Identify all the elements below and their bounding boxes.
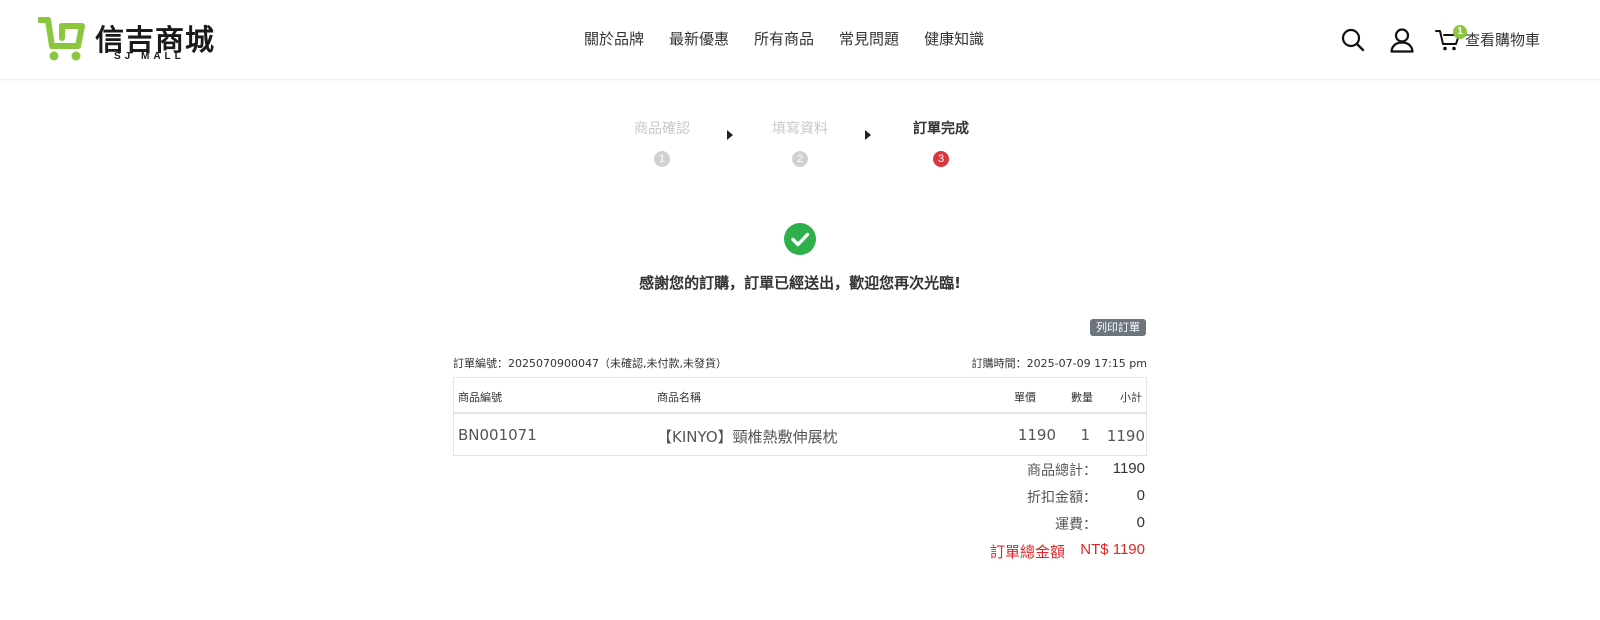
site-logo[interactable]: 信吉商城 SJ MALL [38,16,228,64]
summary-row-shipping: 運費： 0 [900,512,1147,539]
nav-item-health[interactable]: 健康知識 [924,28,984,49]
step-confirm: 商品確認 1 [622,118,702,167]
table-row: BN001071 【KINYO】頸椎熱敷伸展枕 1190 1 1190 [454,414,1146,455]
summary-label: 商品總計： [1027,463,1097,479]
cart-button[interactable]: 1 查看購物車 [1435,25,1555,56]
summary-row-discount: 折扣金額： 0 [900,485,1147,512]
grand-total-label: 訂單總金額 [989,543,1065,561]
checkout-steps: 商品確認 1 填寫資料 2 訂單完成 3 [620,118,980,178]
step-number: 2 [792,151,808,167]
cell-qty: 1 [1080,426,1090,444]
column-header-subtotal: 小計 [1120,391,1142,404]
order-time: 訂購時間：2025-07-09 17:15 pm [971,357,1147,370]
order-summary: 商品總計： 1190 折扣金額： 0 運費： 0 訂單總金額 NT$ 1190 [900,458,1147,566]
order-items-table: 商品編號 商品名稱 單價 數量 小計 BN001071 【KINYO】頸椎熱敷伸… [453,377,1147,456]
column-header-price: 單價 [1014,391,1036,404]
column-header-name: 商品名稱 [657,391,701,404]
summary-label: 折扣金額： [1027,490,1097,506]
step-label: 填寫資料 [772,121,828,137]
account-button[interactable] [1389,27,1415,53]
summary-row-items-total: 商品總計： 1190 [900,458,1147,485]
cart-label: 查看購物車 [1465,31,1541,49]
summary-label: 運費： [1055,517,1097,533]
cell-product-name[interactable]: 【KINYO】頸椎熱敷伸展枕 [657,426,838,447]
nav-item-products[interactable]: 所有商品 [754,28,814,49]
table-header: 商品編號 商品名稱 單價 數量 小計 [454,378,1146,414]
print-order-button[interactable]: 列印訂單 [1090,319,1146,336]
search-button[interactable] [1340,27,1366,53]
summary-value: 0 [1136,514,1145,531]
summary-value: 1190 [1112,460,1145,477]
summary-row-grand-total: 訂單總金額 NT$ 1190 [900,539,1147,566]
nav-item-offers[interactable]: 最新優惠 [669,28,729,49]
site-header: 信吉商城 SJ MALL 關於品牌 最新優惠 所有商品 常見問題 健康知識 1 … [0,0,1600,80]
logo-subtitle: SJ MALL [114,51,185,62]
column-header-qty: 數量 [1071,391,1093,404]
cell-subtotal: 1190 [1106,427,1145,445]
cart-logo-icon [38,17,85,61]
step-arrow-icon [727,130,733,140]
step-fill-info: 填寫資料 2 [760,118,840,167]
order-success-message: 感謝您的訂購，訂單已經送出，歡迎您再次光臨! [639,274,961,292]
step-number: 1 [654,151,670,167]
grand-total-value: NT$ 1190 [1080,541,1145,558]
order-number: 訂單編號：2025070900047（未確認,未付款,未發貨） [453,357,727,370]
nav-item-brand[interactable]: 關於品牌 [584,28,644,49]
main-nav: 關於品牌 最新優惠 所有商品 常見問題 健康知識 [584,28,1009,49]
user-icon [1390,28,1414,53]
step-label: 訂單完成 [913,121,969,137]
nav-item-faq[interactable]: 常見問題 [839,28,899,49]
check-circle-icon [784,223,816,255]
cell-sku: BN001071 [458,426,537,444]
search-icon [1341,28,1365,52]
step-complete: 訂單完成 3 [901,118,981,167]
cell-price: 1190 [1017,426,1056,444]
summary-value: 0 [1136,487,1145,504]
step-number: 3 [933,151,949,167]
step-arrow-icon [865,130,871,140]
column-header-sku: 商品編號 [458,391,502,404]
step-label: 商品確認 [634,121,690,137]
